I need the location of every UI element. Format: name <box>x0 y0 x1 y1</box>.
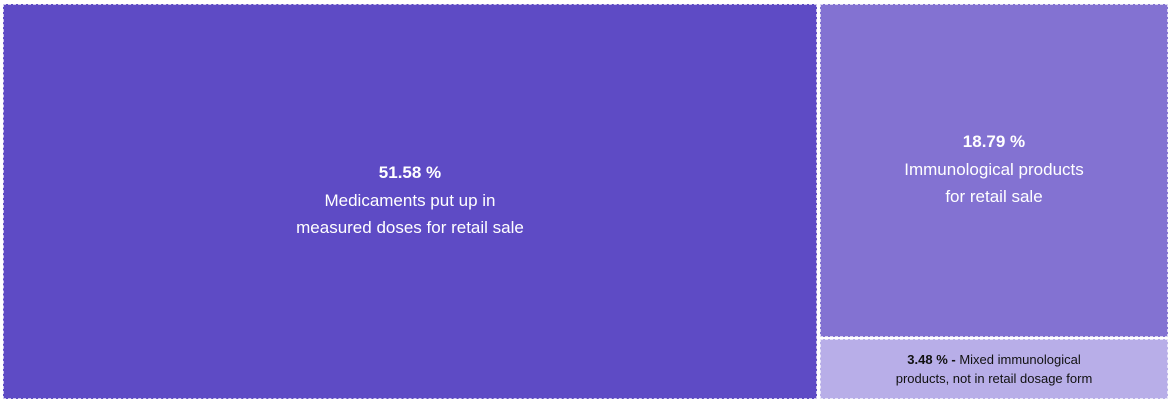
tile-percent: 3.48 % <box>907 352 948 367</box>
treemap-tile-medicaments[interactable]: 51.58 % Medicaments put up in measured d… <box>3 4 817 399</box>
treemap-tile-immunological-retail[interactable]: 18.79 % Immunological products for retai… <box>820 4 1168 337</box>
tile-label: Medicaments put up in measured doses for… <box>296 190 524 237</box>
tile-label-line-2: products, not in retail dosage form <box>895 371 1093 386</box>
treemap-chart: 51.58 % Medicaments put up in measured d… <box>0 0 1169 400</box>
tile-percent: 51.58 % <box>378 162 442 182</box>
tile-label: Immunological products for retail sale <box>904 159 1084 206</box>
tile-label: 3.48 % - Mixed immunological <box>907 352 1081 367</box>
tile-percent: 18.79 % <box>962 131 1026 151</box>
treemap-tile-mixed-immunological[interactable]: 3.48 % - Mixed immunological products, n… <box>820 339 1168 399</box>
